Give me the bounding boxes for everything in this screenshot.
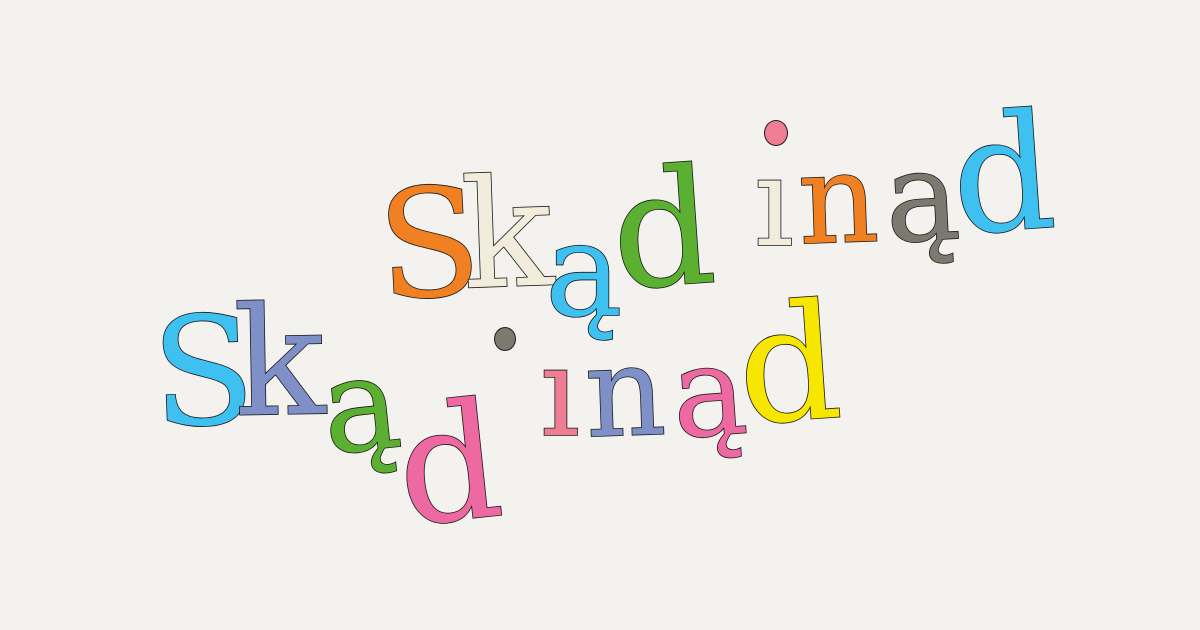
- logo-canvas: S k ą d ı n ą d S k ą d ı n ą d: [0, 0, 1200, 630]
- logo-letter-n-lower: n: [582, 318, 669, 467]
- logo-letter-n-upper: n: [795, 125, 882, 274]
- logo-letter-k-upper: k: [458, 146, 557, 325]
- logo-letter-d-lower: d: [388, 365, 511, 563]
- logo-letter-d-upper: d: [605, 132, 722, 327]
- logo-letter-d-lower-2: d: [731, 267, 848, 462]
- logo-letter-k-lower: k: [232, 274, 328, 451]
- logo-dot-pink: [764, 120, 788, 146]
- logo-letter-i-upper: ı: [753, 130, 795, 275]
- logo-letter-d-upper-2: d: [945, 77, 1062, 272]
- logo-letter-i-lower: ı: [539, 320, 581, 465]
- logo-dot-grey: [494, 327, 516, 351]
